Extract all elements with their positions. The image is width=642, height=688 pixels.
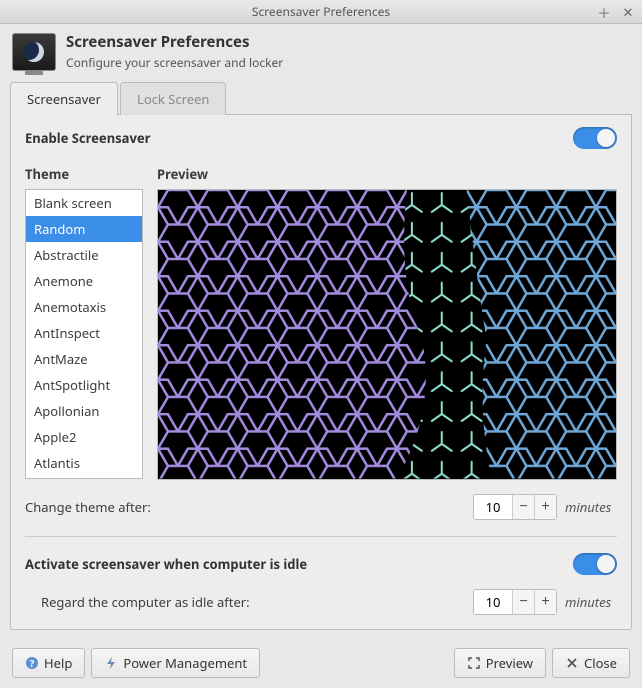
preview-heading: Preview (157, 165, 617, 183)
tab-screensaver[interactable]: Screensaver (10, 82, 118, 115)
idle-spinner[interactable]: − + (473, 589, 557, 615)
theme-list-item[interactable]: Attraction (26, 476, 142, 479)
window-controls: ＋ ✕ (596, 0, 636, 24)
window-title: Screensaver Preferences (252, 3, 390, 20)
theme-list-item[interactable]: AntInspect (26, 320, 142, 346)
preview-button[interactable]: Preview (454, 648, 546, 678)
screensaver-preview (157, 189, 617, 480)
change-theme-plus[interactable]: + (534, 495, 556, 519)
close-button[interactable]: Close (552, 648, 630, 678)
screensaver-app-icon (12, 33, 56, 71)
theme-list[interactable]: Blank screenRandomAbstractileAnemoneAnem… (25, 189, 143, 479)
theme-list-item[interactable]: AntMaze (26, 346, 142, 372)
theme-list-item[interactable]: Blank screen (26, 190, 142, 216)
tabstrip: Screensaver Lock Screen (10, 81, 632, 115)
theme-list-item[interactable]: Atlantis (26, 450, 142, 476)
activate-toggle[interactable] (573, 553, 617, 575)
titlebar: Screensaver Preferences ＋ ✕ (0, 0, 642, 24)
theme-list-item[interactable]: Apollonian (26, 398, 142, 424)
theme-list-item[interactable]: AntSpotlight (26, 372, 142, 398)
idle-plus[interactable]: + (534, 590, 556, 614)
theme-list-item[interactable]: Anemotaxis (26, 294, 142, 320)
change-theme-minus[interactable]: − (512, 495, 534, 519)
page-title: Screensaver Preferences (66, 32, 283, 52)
page-subtitle: Configure your screensaver and locker (66, 54, 283, 71)
close-icon[interactable]: ✕ (620, 3, 636, 21)
help-button[interactable]: ? Help (12, 648, 85, 678)
tab-panel: Enable Screensaver Theme Blank screenRan… (10, 115, 632, 630)
close-x-icon (565, 656, 579, 670)
theme-list-item[interactable]: Abstractile (26, 242, 142, 268)
enable-toggle[interactable] (573, 127, 617, 149)
activate-label: Activate screensaver when computer is id… (25, 555, 307, 573)
theme-list-item[interactable]: Random (26, 216, 142, 242)
theme-list-item[interactable]: Anemone (26, 268, 142, 294)
enable-label: Enable Screensaver (25, 129, 150, 147)
svg-text:?: ? (30, 656, 35, 670)
minimize-icon[interactable]: ＋ (596, 3, 612, 22)
idle-input[interactable] (474, 590, 512, 614)
idle-minus[interactable]: − (512, 590, 534, 614)
theme-list-item[interactable]: Apple2 (26, 424, 142, 450)
footer: ? Help Power Management Preview Close (0, 640, 642, 688)
power-icon (104, 656, 118, 670)
tab-lockscreen[interactable]: Lock Screen (120, 82, 226, 115)
idle-label: Regard the computer as idle after: (41, 593, 465, 611)
help-icon: ? (25, 656, 39, 670)
separator (25, 536, 617, 537)
change-theme-unit: minutes (565, 498, 617, 516)
change-theme-input[interactable] (474, 495, 512, 519)
header: Screensaver Preferences Configure your s… (0, 24, 642, 81)
idle-unit: minutes (565, 593, 617, 611)
fullscreen-icon (467, 656, 481, 670)
change-theme-spinner[interactable]: − + (473, 494, 557, 520)
change-theme-label: Change theme after: (25, 498, 465, 516)
theme-heading: Theme (25, 165, 143, 183)
power-management-button[interactable]: Power Management (91, 648, 260, 678)
